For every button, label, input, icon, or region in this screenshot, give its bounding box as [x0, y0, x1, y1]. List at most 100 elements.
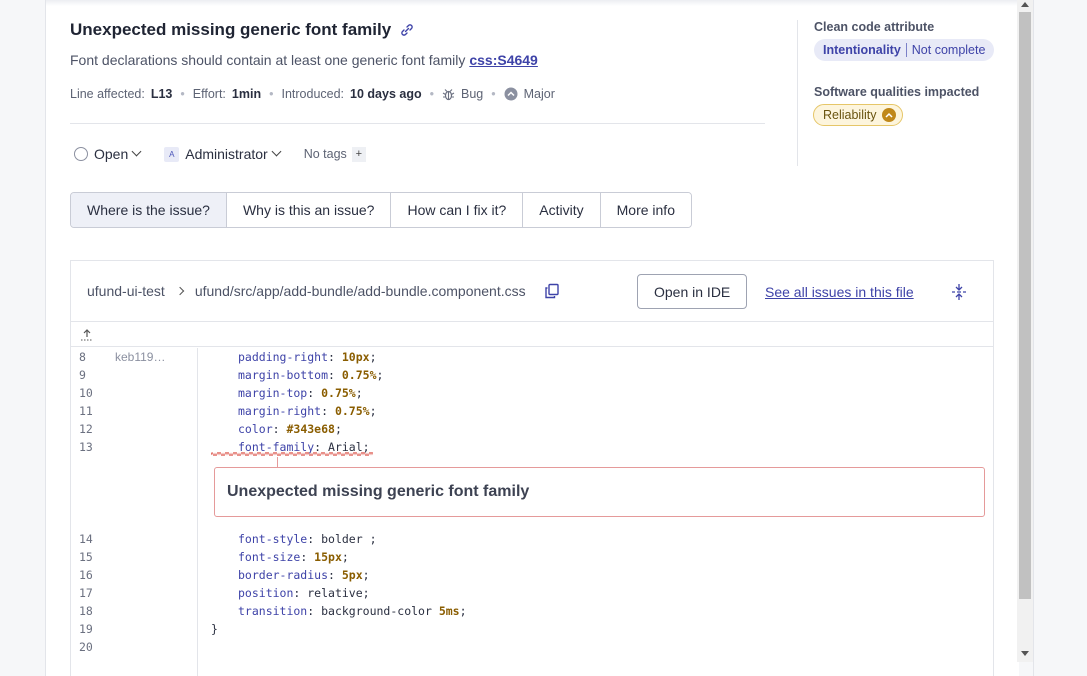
top-shadow	[46, 0, 1019, 6]
line-number: 19	[79, 622, 93, 636]
line-number: 11	[79, 404, 93, 418]
code-line: 14 font-style: bolder ;	[71, 530, 993, 548]
code-text: color: #343e68;	[238, 422, 342, 436]
expand-up-icon[interactable]	[80, 328, 94, 342]
breadcrumb-project[interactable]: ufund-ui-test	[87, 283, 165, 299]
attribute-name: Intentionality	[823, 43, 901, 57]
line-affected-label: Line affected:	[70, 87, 145, 101]
line-number: 14	[79, 532, 93, 546]
expand-icon[interactable]	[951, 283, 967, 301]
code-text: border-radius: 5px;	[238, 568, 370, 582]
chevron-down-icon[interactable]	[271, 146, 282, 156]
line-number: 9	[79, 368, 86, 382]
code-line: 15 font-size: 15px;	[71, 548, 993, 566]
issue-squiggle	[211, 452, 373, 456]
scroll-down-arrow[interactable]	[1021, 651, 1029, 656]
divider	[70, 123, 765, 124]
attribute-value: Not complete	[911, 43, 986, 57]
assignee-dropdown[interactable]: Administrator	[185, 146, 267, 162]
tab-more-info[interactable]: More info	[600, 193, 691, 227]
code-line: 18 transition: background-color 5ms;	[71, 602, 993, 620]
clean-code-label: Clean code attribute	[814, 20, 935, 34]
line-number: 20	[79, 640, 93, 654]
code-viewer: ufund-ui-test ufund/src/app/add-bundle/a…	[70, 260, 994, 676]
code-line: 19 }	[71, 620, 993, 638]
issue-panel: Unexpected missing generic font family F…	[45, 0, 1019, 676]
line-number: 18	[79, 604, 93, 618]
scroll-thumb[interactable]	[1019, 12, 1031, 599]
avatar: A	[164, 146, 180, 162]
effort-value: 1min	[231, 87, 262, 101]
copy-icon[interactable]	[544, 283, 560, 299]
tab-why-is-this-an-issue[interactable]: Why is this an issue?	[226, 193, 392, 227]
rule-key-link[interactable]: css:S4649	[469, 52, 538, 68]
chevron-down-icon[interactable]	[131, 146, 142, 156]
add-tag-button[interactable]: +	[351, 146, 366, 162]
line-number: 16	[79, 568, 93, 582]
permalink-icon[interactable]	[399, 22, 415, 38]
separator-dot: •	[180, 87, 185, 101]
software-qualities-label: Software qualities impacted	[814, 85, 980, 99]
code-line: 8 keb119… padding-right: 10px;	[71, 348, 993, 366]
code-text: margin-right: 0.75%;	[238, 404, 377, 418]
reliability-badge[interactable]: Reliability	[813, 104, 903, 126]
effort-label: Effort:	[192, 87, 226, 101]
tab-activity[interactable]: Activity	[523, 193, 601, 227]
side-divider	[797, 20, 798, 166]
line-number: 12	[79, 422, 93, 436]
code-text: transition: background-color 5ms;	[238, 604, 467, 618]
code-line: 16 border-radius: 5px;	[71, 566, 993, 584]
badge-separator	[905, 43, 907, 57]
code-text: margin-top: 0.75%;	[238, 386, 363, 400]
code-line: 20	[71, 638, 993, 656]
line-affected-value: L13	[150, 87, 173, 101]
introduced-value: 10 days ago	[350, 87, 422, 101]
separator-dot: •	[491, 87, 496, 101]
line-number: 15	[79, 550, 93, 564]
code-text: position: relative;	[238, 586, 370, 600]
scroll-up-arrow[interactable]	[1021, 2, 1029, 7]
clean-code-attribute-badge[interactable]: Intentionality Not complete	[814, 39, 995, 61]
chevron-right-icon	[175, 286, 185, 296]
inline-issue-message[interactable]: Unexpected missing generic font family	[214, 467, 985, 517]
code-line: 10 margin-top: 0.75%;	[71, 384, 993, 402]
code-line: 17 position: relative;	[71, 584, 993, 602]
code-line: 12 color: #343e68;	[71, 420, 993, 438]
tags-label[interactable]: No tags	[304, 147, 347, 161]
see-all-issues-link[interactable]: See all issues in this file	[765, 284, 914, 300]
line-number: 10	[79, 386, 93, 400]
code-viewer-header: ufund-ui-test ufund/src/app/add-bundle/a…	[71, 261, 993, 322]
tab-how-can-i-fix-it[interactable]: How can I fix it?	[391, 193, 524, 227]
code-text: }	[211, 622, 218, 636]
code-text: font-style: bolder ;	[238, 532, 377, 546]
issue-title: Unexpected missing generic font family	[70, 20, 392, 39]
severity-major-icon	[504, 87, 518, 101]
severity-icon	[881, 108, 896, 122]
expand-lines-row[interactable]	[71, 323, 993, 347]
issue-meta: Line affected: L13 • Effort: 1min • Intr…	[70, 87, 555, 101]
page-margin	[1033, 0, 1087, 676]
tab-where-is-the-issue[interactable]: Where is the issue?	[71, 193, 227, 227]
code-text: padding-right: 10px;	[238, 350, 377, 364]
separator-dot: •	[429, 87, 434, 101]
issue-type: Bug	[461, 87, 484, 101]
issue-actions-row: Open A Administrator No tags +	[74, 146, 366, 162]
issue-severity: Major	[523, 87, 555, 101]
line-number: 8	[79, 350, 86, 364]
code-line: 9 margin-bottom: 0.75%;	[71, 366, 993, 384]
scrollbar[interactable]	[1017, 0, 1033, 662]
code-line: 13 font-family: Arial;	[71, 438, 993, 456]
status-dropdown[interactable]: Open	[94, 146, 128, 162]
issue-tabs: Where is the issue? Why is this an issue…	[70, 192, 692, 228]
rule-description: Font declarations should contain at leas…	[70, 52, 538, 68]
issue-title-row: Unexpected missing generic font family	[70, 20, 415, 40]
rule-message: Font declarations should contain at leas…	[70, 52, 466, 68]
code-text: font-size: 15px;	[238, 550, 349, 564]
open-in-ide-button[interactable]: Open in IDE	[637, 274, 748, 309]
code-text: margin-bottom: 0.75%;	[238, 368, 384, 382]
code-line: 11 margin-right: 0.75%;	[71, 402, 993, 420]
bug-icon	[442, 88, 455, 100]
status-circle-icon	[74, 147, 88, 161]
blame-author[interactable]: keb119…	[115, 348, 165, 366]
line-number: 13	[79, 440, 93, 454]
